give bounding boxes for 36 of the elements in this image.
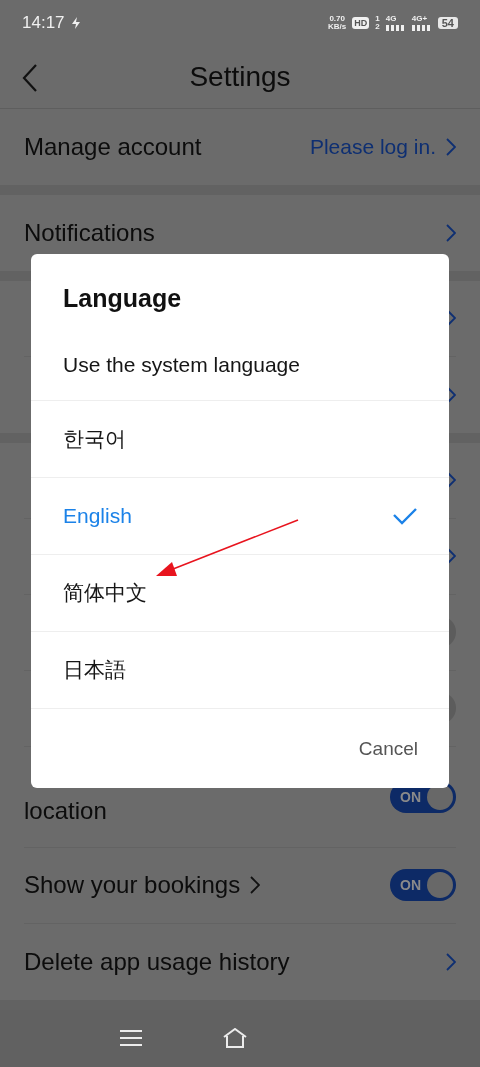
toggle-switch[interactable]: ON bbox=[390, 869, 456, 902]
hd-badge: HD bbox=[352, 16, 370, 29]
page-title: Settings bbox=[189, 60, 291, 93]
setting-label: Show your bookings bbox=[24, 871, 241, 900]
language-option[interactable]: 日本語 bbox=[31, 632, 449, 709]
cancel-button[interactable]: Cancel bbox=[358, 733, 418, 764]
language-option[interactable]: 한국어 bbox=[31, 401, 449, 478]
chevron-right-icon bbox=[446, 471, 456, 490]
chevron-right-icon bbox=[446, 385, 456, 404]
home-icon[interactable] bbox=[222, 1028, 248, 1049]
setting-label: Notifications bbox=[24, 218, 155, 247]
chevron-right-icon bbox=[446, 547, 456, 566]
signal-icon bbox=[411, 23, 432, 32]
battery-level: 54 bbox=[437, 16, 458, 29]
bolt-icon bbox=[70, 16, 81, 29]
language-option[interactable]: Use the system language bbox=[31, 330, 449, 401]
checkmark-icon bbox=[393, 507, 417, 525]
dialog-title: Language bbox=[62, 283, 183, 314]
chevron-right-icon bbox=[446, 309, 456, 328]
chevron-right-icon bbox=[446, 137, 456, 156]
signal-icon bbox=[385, 23, 406, 32]
clock-time: 14:17 bbox=[22, 12, 65, 33]
speed-unit: KB/s bbox=[328, 22, 347, 31]
menu-icon[interactable] bbox=[120, 1030, 142, 1047]
setting-label: Manage account bbox=[24, 132, 202, 161]
sim-number: 2 bbox=[375, 22, 380, 31]
back-icon[interactable] bbox=[22, 63, 38, 94]
network-type: 4G bbox=[385, 14, 397, 24]
chevron-right-icon bbox=[446, 952, 456, 971]
language-option[interactable]: English bbox=[31, 478, 449, 555]
setting-label: Delete app usage history bbox=[24, 947, 290, 976]
network-speed: 0.70 bbox=[329, 14, 345, 23]
setting-label: location bbox=[24, 796, 108, 824]
sim-number: 1 bbox=[375, 14, 380, 23]
chevron-right-icon bbox=[446, 223, 456, 242]
network-type: 4G+ bbox=[411, 14, 428, 24]
